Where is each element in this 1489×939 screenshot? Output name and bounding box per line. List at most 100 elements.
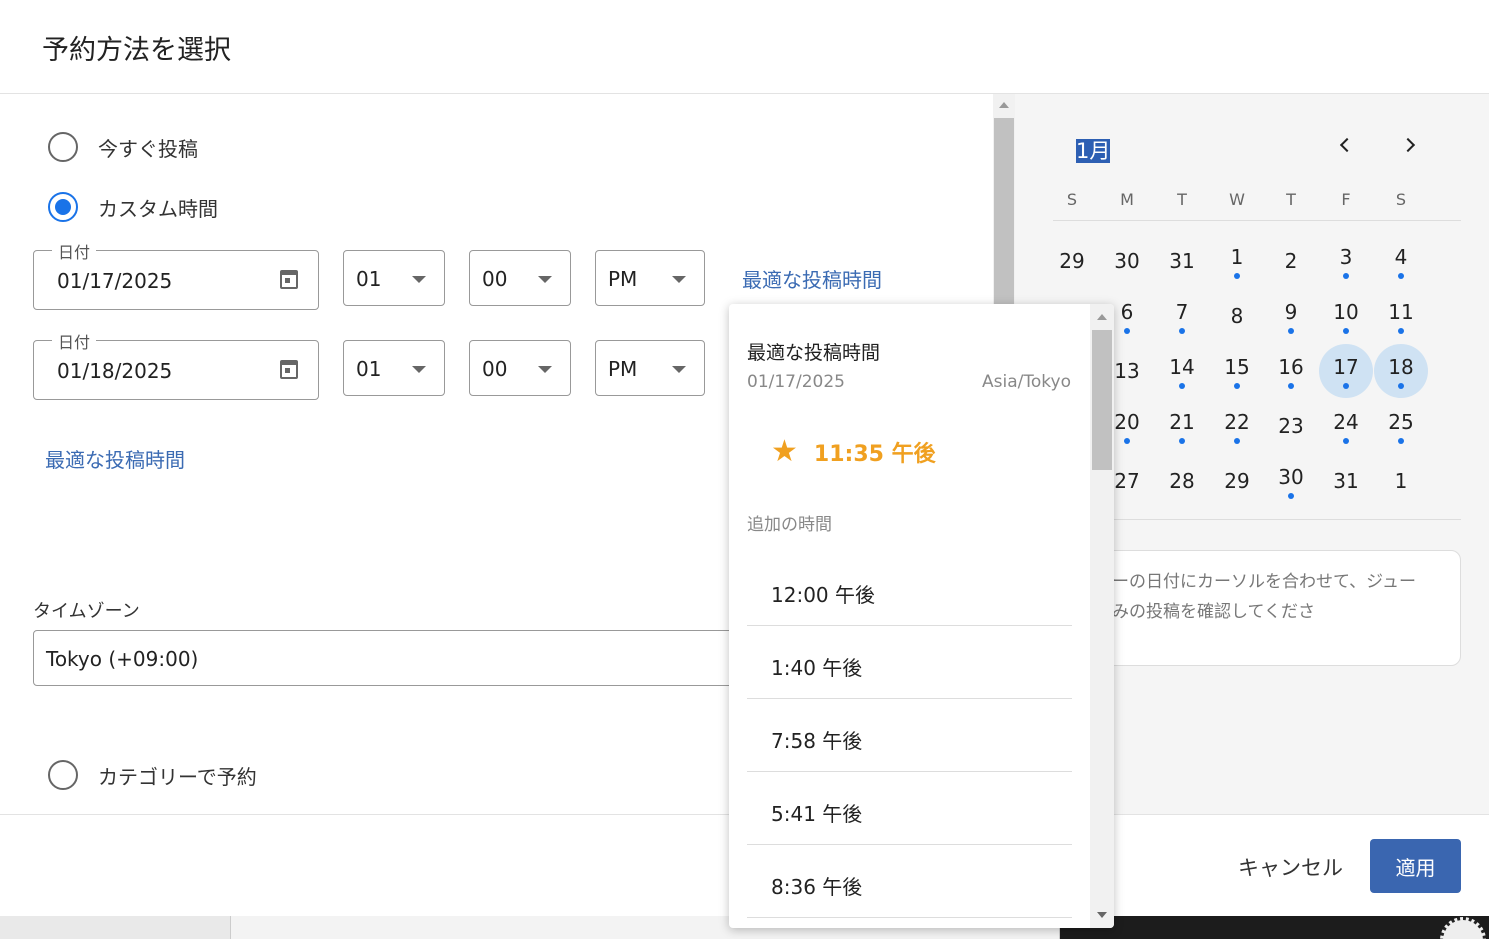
start-minute-value: 00 xyxy=(482,267,508,291)
calendar-day[interactable]: 22 xyxy=(1210,399,1264,453)
end-hour-value: 01 xyxy=(356,357,382,381)
popover-scrollbar[interactable] xyxy=(1090,304,1114,928)
caret-down-icon xyxy=(672,276,686,283)
calendar-day-number: 15 xyxy=(1224,355,1250,379)
calendar-day-number: 28 xyxy=(1169,469,1195,493)
scroll-up-arrow-icon[interactable] xyxy=(999,102,1009,108)
calendar-day[interactable]: 1 xyxy=(1374,454,1428,508)
cancel-button[interactable]: キャンセル xyxy=(1238,852,1343,882)
calendar-icon[interactable] xyxy=(280,270,298,289)
end-ampm-select[interactable]: PM xyxy=(595,340,705,396)
category-radio[interactable] xyxy=(48,760,78,790)
calendar-day[interactable]: 30 xyxy=(1100,234,1154,288)
custom-time-radio[interactable] xyxy=(48,192,78,222)
calendar-day-number: 29 xyxy=(1224,469,1250,493)
calendar-day-number: 13 xyxy=(1114,359,1140,383)
caret-down-icon xyxy=(538,276,552,283)
calendar-day[interactable]: 14 xyxy=(1155,344,1209,398)
calendar-day-number: 30 xyxy=(1114,249,1140,273)
time-slot[interactable]: 5:41 午後 xyxy=(747,772,1072,845)
end-date-field[interactable]: 日付 01/18/2025 xyxy=(33,329,319,400)
calendar-day[interactable]: 31 xyxy=(1319,454,1373,508)
calendar-day[interactable]: 21 xyxy=(1155,399,1209,453)
start-hour-select[interactable]: 01 xyxy=(343,250,445,306)
calendar-day[interactable]: 7 xyxy=(1155,289,1209,343)
calendar-day[interactable]: 2 xyxy=(1264,234,1318,288)
best-time-popover: 最適な投稿時間 01/17/2025 Asia/Tokyo ★ 11:35 午後… xyxy=(729,304,1114,928)
best-time-option[interactable]: ★ 11:35 午後 xyxy=(771,436,936,468)
calendar-day[interactable]: 4 xyxy=(1374,234,1428,288)
scroll-down-arrow-icon[interactable] xyxy=(1097,912,1107,918)
calendar-day-number: 21 xyxy=(1169,410,1195,434)
category-label: カテゴリーで予約 xyxy=(98,764,257,789)
weekday-label: T xyxy=(1286,190,1296,209)
dialog-title: 予約方法を選択 xyxy=(42,35,231,66)
background-image xyxy=(1060,915,1489,939)
scrollbar-thumb[interactable] xyxy=(1092,330,1112,470)
calendar-day[interactable]: 31 xyxy=(1155,234,1209,288)
calendar-day-number: 30 xyxy=(1278,465,1304,489)
calendar-day[interactable]: 30 xyxy=(1264,454,1318,508)
start-ampm-select[interactable]: PM xyxy=(595,250,705,306)
time-slot-label: 12:00 午後 xyxy=(771,583,875,607)
apply-button[interactable]: 適用 xyxy=(1370,839,1461,893)
calendar-day[interactable]: 29 xyxy=(1045,234,1099,288)
calendar-day[interactable]: 3 xyxy=(1319,234,1373,288)
start-date-value: 01/17/2025 xyxy=(57,269,173,293)
end-hour-select[interactable]: 01 xyxy=(343,340,445,396)
scroll-up-arrow-icon[interactable] xyxy=(1097,314,1107,320)
next-month-button[interactable] xyxy=(1400,137,1419,154)
end-date-value: 01/18/2025 xyxy=(57,359,173,383)
post-now-option[interactable]: 今すぐ投稿 xyxy=(48,132,198,162)
calendar-day[interactable]: 8 xyxy=(1210,289,1264,343)
calendar-day[interactable]: 25 xyxy=(1374,399,1428,453)
best-time-link-start[interactable]: 最適な投稿時間 xyxy=(742,264,882,293)
calendar-day-number: 7 xyxy=(1175,300,1189,324)
calendar-day[interactable]: 28 xyxy=(1155,454,1209,508)
time-slot-label: 7:58 午後 xyxy=(771,729,863,753)
post-now-radio[interactable] xyxy=(48,132,78,162)
time-slot[interactable]: 8:36 午後 xyxy=(747,845,1072,918)
calendar-day-number: 31 xyxy=(1169,249,1195,273)
weekday-label: S xyxy=(1066,190,1078,209)
timezone-value: Tokyo (+09:00) xyxy=(46,647,199,671)
calendar-day-number: 27 xyxy=(1114,469,1140,493)
calendar-divider xyxy=(1053,220,1461,221)
time-slot[interactable]: 1:40 午後 xyxy=(747,626,1072,699)
calendar-day-number: 3 xyxy=(1339,245,1353,269)
calendar-day-number: 25 xyxy=(1388,410,1414,434)
calendar-day[interactable]: 11 xyxy=(1374,289,1428,343)
calendar-day[interactable]: 15 xyxy=(1210,344,1264,398)
calendar-day[interactable]: 24 xyxy=(1319,399,1373,453)
prev-month-button[interactable] xyxy=(1337,137,1355,154)
calendar-day[interactable]: 17 xyxy=(1319,344,1373,398)
category-option[interactable]: カテゴリーで予約 xyxy=(48,760,257,790)
end-minute-select[interactable]: 00 xyxy=(469,340,571,396)
calendar-day-number: 16 xyxy=(1278,355,1304,379)
calendar-day-number: 9 xyxy=(1284,300,1298,324)
calendar-day[interactable]: 23 xyxy=(1264,399,1318,453)
custom-time-option[interactable]: カスタム時間 xyxy=(48,192,218,222)
time-slot[interactable]: 7:58 午後 xyxy=(747,699,1072,772)
weekday-label: F xyxy=(1341,190,1351,209)
best-time-value: 11:35 午後 xyxy=(813,442,936,467)
caret-down-icon xyxy=(412,276,426,283)
best-time-link-end[interactable]: 最適な投稿時間 xyxy=(45,444,185,473)
calendar-day[interactable]: 29 xyxy=(1210,454,1264,508)
calendar-day[interactable]: 10 xyxy=(1319,289,1373,343)
time-slot[interactable]: 12:00 午後 xyxy=(747,553,1072,626)
calendar-day-number: 24 xyxy=(1333,410,1359,434)
timezone-select[interactable]: Tokyo (+09:00) xyxy=(33,630,793,686)
start-minute-select[interactable]: 00 xyxy=(469,250,571,306)
start-date-field[interactable]: 日付 01/17/2025 xyxy=(33,239,319,310)
star-icon: ★ xyxy=(771,434,798,469)
calendar-icon[interactable] xyxy=(280,360,298,379)
calendar-day-number: 2 xyxy=(1284,249,1298,273)
calendar-day[interactable]: 18 xyxy=(1374,344,1428,398)
calendar-day-number: 23 xyxy=(1278,414,1304,438)
start-date-legend: 日付 xyxy=(52,239,97,263)
calendar-day[interactable]: 9 xyxy=(1264,289,1318,343)
popover-date: 01/17/2025 xyxy=(747,372,845,392)
calendar-day[interactable]: 16 xyxy=(1264,344,1318,398)
calendar-day[interactable]: 1 xyxy=(1210,234,1264,288)
